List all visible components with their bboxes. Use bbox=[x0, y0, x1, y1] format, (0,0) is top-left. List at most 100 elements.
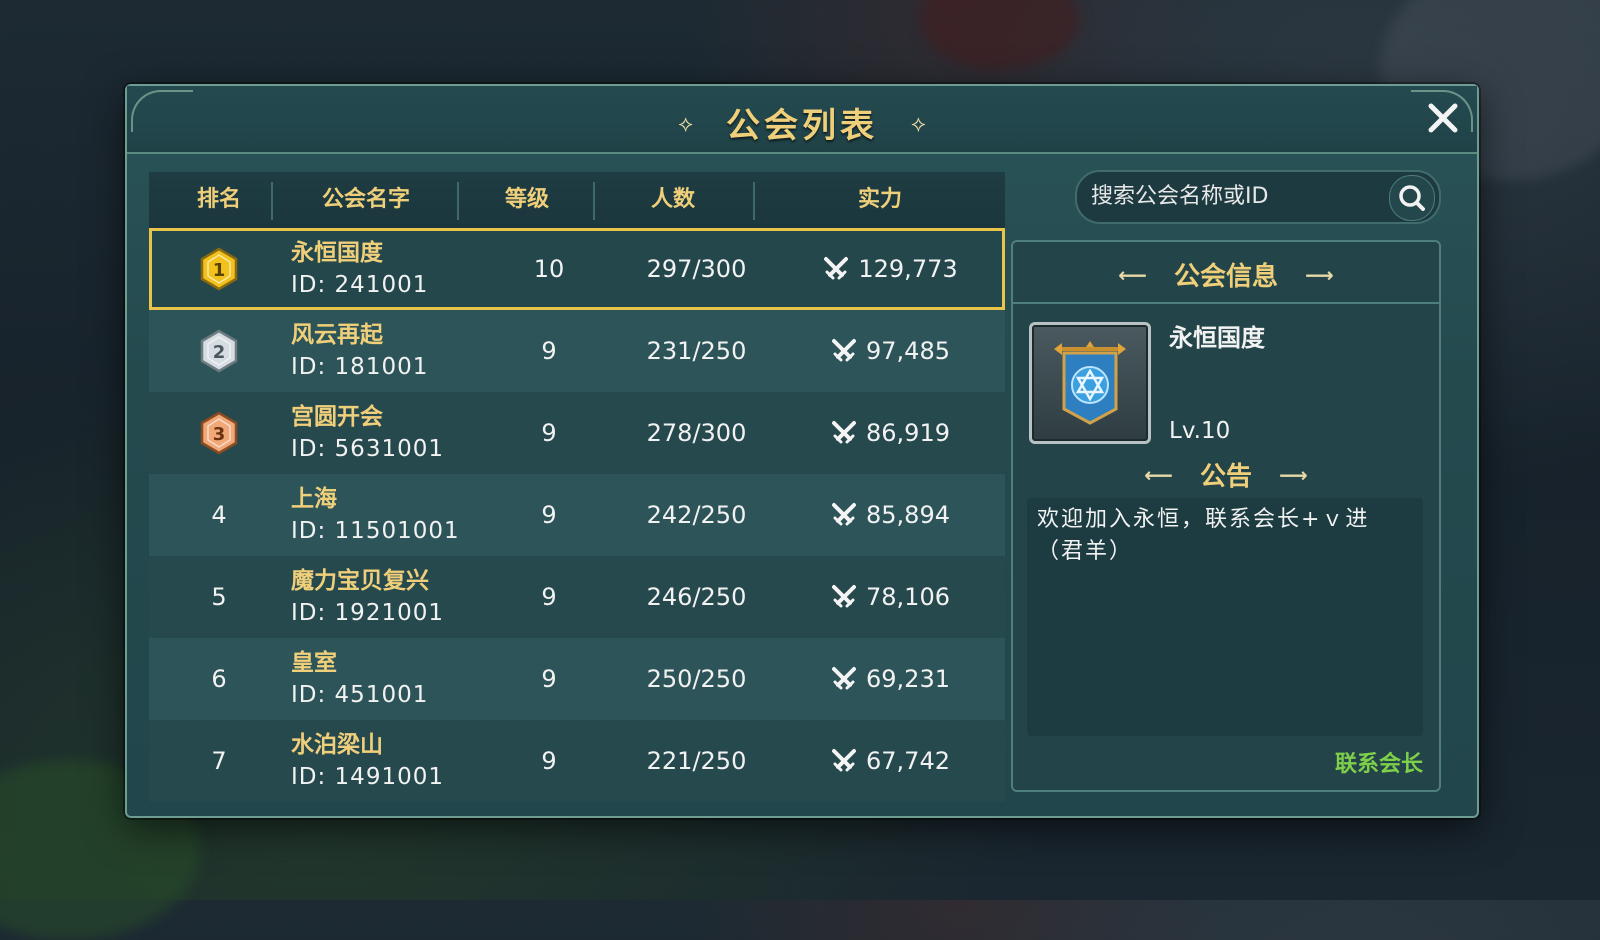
rank-number: 3 bbox=[213, 424, 226, 445]
table-header: 排名 公会名字 等级 人数 实力 bbox=[149, 172, 1005, 228]
guild-members: 242/250 bbox=[646, 501, 747, 529]
search-box[interactable]: 搜索公会名称或ID bbox=[1075, 170, 1441, 224]
crossed-swords-icon bbox=[832, 749, 856, 772]
rank-medal-gold-icon: 1 bbox=[200, 247, 238, 291]
table-row[interactable]: 4 上海 ID: 11501001 9 242/250 85,894 bbox=[149, 474, 1005, 556]
search-button[interactable] bbox=[1389, 175, 1435, 221]
table-row[interactable]: 2 风云再起 ID: 181001 9 231/250 97,485 bbox=[149, 310, 1005, 392]
guild-members: 221/250 bbox=[646, 747, 747, 775]
power-value: 85,894 bbox=[866, 501, 950, 529]
rank-cell: 2 bbox=[149, 310, 289, 392]
header-guild-name: 公会名字 bbox=[321, 187, 410, 212]
guild-level: 9 bbox=[541, 337, 557, 365]
guild-level: 9 bbox=[541, 419, 557, 447]
guild-name-cell: 永恒国度 ID: 241001 bbox=[291, 228, 491, 310]
header-level: 等级 bbox=[504, 187, 549, 212]
guild-members: 231/250 bbox=[646, 337, 747, 365]
info-title: 公会信息 bbox=[1173, 262, 1278, 292]
guild-id: ID: 11501001 bbox=[291, 518, 460, 544]
guild-list-dialog: ⟡ 公会列表 ⟡ 排名 公会名字 等级 人数 实力 1 永恒国度 ID: 24100… bbox=[125, 84, 1479, 818]
search-icon bbox=[1399, 185, 1425, 211]
dialog-header: ⟡ 公会列表 ⟡ bbox=[127, 86, 1477, 154]
rank-number: 1 bbox=[213, 260, 226, 281]
guild-level: 9 bbox=[541, 665, 557, 693]
notice-title-row: ⟵ 公告 ⟶ bbox=[1013, 456, 1439, 493]
guild-name-cell: 风云再起 ID: 181001 bbox=[291, 310, 491, 392]
table-row[interactable]: 3 宫圆开会 ID: 5631001 9 278/300 86,919 bbox=[149, 392, 1005, 474]
header-rank: 排名 bbox=[196, 187, 241, 212]
guild-id: ID: 1491001 bbox=[291, 764, 444, 790]
rank-cell: 4 bbox=[149, 474, 289, 556]
rank-cell: 1 bbox=[149, 228, 289, 310]
guild-power: 78,106 bbox=[775, 556, 1005, 638]
guild-name-cell: 魔力宝贝复兴 ID: 1921001 bbox=[291, 556, 491, 638]
close-button[interactable] bbox=[1423, 98, 1463, 138]
guild-id: ID: 451001 bbox=[291, 682, 429, 708]
contact-leader-button[interactable]: 联系会长 bbox=[1335, 746, 1423, 778]
power-value: 86,919 bbox=[866, 419, 950, 447]
guild-members: 246/250 bbox=[646, 583, 747, 611]
guild-members: 297/300 bbox=[646, 255, 747, 283]
rank-cell: 6 bbox=[149, 638, 289, 720]
close-icon bbox=[1428, 103, 1458, 133]
guild-name-cell: 宫圆开会 ID: 5631001 bbox=[291, 392, 491, 474]
divider bbox=[1013, 302, 1439, 304]
guild-name: 皇室 bbox=[291, 650, 337, 676]
rank-cell: 7 bbox=[149, 720, 289, 802]
guild-table: 排名 公会名字 等级 人数 实力 1 永恒国度 ID: 241001 10 297/30… bbox=[149, 172, 1005, 802]
guild-name: 永恒国度 bbox=[291, 240, 383, 266]
rank-medal-silver-icon: 2 bbox=[200, 329, 238, 373]
guild-power: 97,485 bbox=[775, 310, 1005, 392]
guild-emblem[interactable] bbox=[1029, 322, 1151, 444]
guild-name-cell: 皇室 ID: 451001 bbox=[291, 638, 491, 720]
rank-cell: 3 bbox=[149, 392, 289, 474]
notice-box: 欢迎加入永恒，联系会长+ｖ进（君羊） bbox=[1027, 498, 1423, 736]
rank-number: 7 bbox=[211, 747, 227, 775]
guild-id: ID: 181001 bbox=[291, 354, 429, 380]
title-ornament-right-icon: ⟶ bbox=[1279, 463, 1308, 487]
title-ornament-left-icon: ⟵ bbox=[1118, 263, 1147, 287]
power-value: 129,773 bbox=[858, 255, 958, 283]
dialog-title: 公会列表 bbox=[726, 106, 878, 146]
title-ornament-left-icon: ⟵ bbox=[1144, 463, 1173, 487]
background-building bbox=[920, 0, 1080, 70]
guild-level: 10 bbox=[533, 255, 565, 283]
table-row[interactable]: 1 永恒国度 ID: 241001 10 297/300 129,773 bbox=[149, 228, 1005, 310]
guild-name: 风云再起 bbox=[291, 322, 383, 348]
guild-level: 9 bbox=[541, 583, 557, 611]
crossed-swords-icon bbox=[832, 503, 856, 526]
rank-number: 4 bbox=[211, 501, 227, 529]
notice-title: 公告 bbox=[1199, 462, 1252, 492]
crossed-swords-icon bbox=[832, 667, 856, 690]
guild-banner-icon bbox=[1054, 341, 1126, 425]
table-row[interactable]: 6 皇室 ID: 451001 9 250/250 69,231 bbox=[149, 638, 1005, 720]
power-value: 97,485 bbox=[866, 337, 950, 365]
info-title-row: ⟵ 公会信息 ⟶ bbox=[1013, 256, 1439, 293]
guild-power: 129,773 bbox=[775, 228, 1005, 310]
guild-id: ID: 241001 bbox=[291, 272, 429, 298]
crossed-swords-icon bbox=[832, 421, 856, 444]
guild-power: 86,919 bbox=[775, 392, 1005, 474]
guild-members: 278/300 bbox=[646, 419, 747, 447]
power-value: 67,742 bbox=[866, 747, 950, 775]
guild-name: 魔力宝贝复兴 bbox=[291, 568, 429, 594]
guild-level: 9 bbox=[541, 747, 557, 775]
table-row[interactable]: 5 魔力宝贝复兴 ID: 1921001 9 246/250 78,106 bbox=[149, 556, 1005, 638]
guild-name: 水泊梁山 bbox=[291, 732, 383, 758]
info-guild-level: Lv.10 bbox=[1169, 418, 1231, 444]
header-members: 人数 bbox=[650, 187, 695, 212]
guild-members: 250/250 bbox=[646, 665, 747, 693]
rank-cell: 5 bbox=[149, 556, 289, 638]
search-input[interactable]: 搜索公会名称或ID bbox=[1091, 172, 1268, 222]
power-value: 78,106 bbox=[866, 583, 950, 611]
rank-number: 5 bbox=[211, 583, 227, 611]
guild-name: 上海 bbox=[291, 486, 337, 512]
rank-number: 6 bbox=[211, 665, 227, 693]
guild-name-cell: 水泊梁山 ID: 1491001 bbox=[291, 720, 491, 802]
rank-medal-bronze-icon: 3 bbox=[200, 411, 238, 455]
title-ornament-right-icon: ⟶ bbox=[1305, 263, 1334, 287]
guild-id: ID: 5631001 bbox=[291, 436, 444, 462]
table-row[interactable]: 7 水泊梁山 ID: 1491001 9 221/250 67,742 bbox=[149, 720, 1005, 802]
rank-number: 2 bbox=[213, 342, 226, 363]
crossed-swords-icon bbox=[832, 339, 856, 362]
